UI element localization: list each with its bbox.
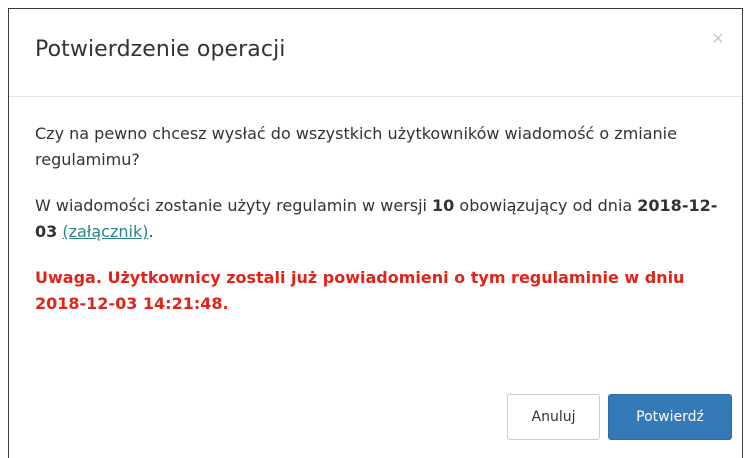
info-middle: obowiązujący od dnia	[454, 196, 638, 215]
dialog-footer: Anuluj Potwierdź	[507, 394, 732, 440]
warning-message: Uwaga. Użytkownicy zostali już powiadomi…	[35, 268, 685, 313]
regulation-version: 10	[432, 196, 455, 215]
info-suffix: .	[148, 222, 154, 241]
confirm-button[interactable]: Potwierdź	[608, 394, 732, 440]
dialog-body: Czy na pewno chcesz wysłać do wszystkich…	[35, 121, 724, 337]
attachment-link[interactable]: (załącznik)	[62, 222, 148, 241]
confirmation-dialog: Potwierdzenie operacji × Czy na pewno ch…	[8, 8, 743, 458]
dialog-title: Potwierdzenie operacji	[35, 37, 286, 62]
cancel-button[interactable]: Anuluj	[507, 394, 600, 440]
info-prefix: W wiadomości zostanie użyty regulamin w …	[35, 196, 433, 215]
confirmation-question: Czy na pewno chcesz wysłać do wszystkich…	[35, 124, 677, 169]
regulation-info: W wiadomości zostanie użyty regulamin w …	[35, 193, 724, 245]
close-icon[interactable]: ×	[706, 27, 730, 51]
dialog-header: Potwierdzenie operacji ×	[9, 9, 742, 97]
